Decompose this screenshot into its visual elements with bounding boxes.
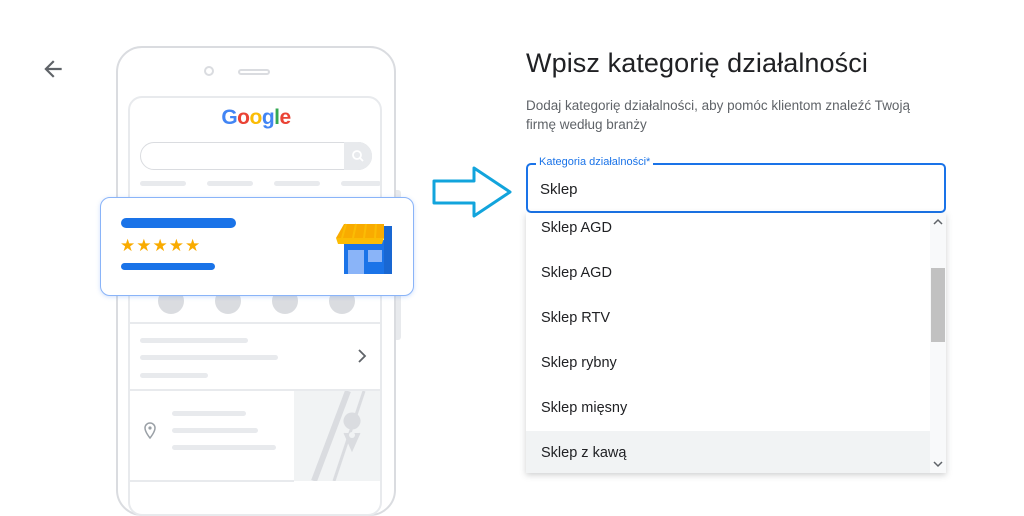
mock-search-bar	[140, 142, 372, 170]
placeholder-line	[172, 445, 276, 450]
page-subtitle: Dodaj kategorię działalności, aby pomóc …	[526, 98, 910, 132]
suggestion-option[interactable]: Sklep AGD	[526, 251, 930, 296]
scroll-down-button[interactable]	[930, 457, 946, 471]
back-arrow-button[interactable]	[40, 56, 66, 82]
mock-search-button	[344, 142, 372, 170]
placeholder-line	[274, 181, 320, 186]
phone-camera	[204, 66, 214, 76]
scrollbar-track[interactable]	[930, 213, 946, 473]
business-detail-bar	[121, 263, 215, 270]
suggestion-option[interactable]: Sklep mięsny	[526, 386, 930, 431]
placeholder-line	[140, 355, 278, 360]
scroll-up-button[interactable]	[930, 215, 946, 229]
chevron-right-icon	[356, 348, 368, 369]
divider	[130, 322, 380, 324]
arrow-left-icon	[44, 60, 62, 78]
placeholder-line	[207, 181, 253, 186]
placeholder-line	[140, 338, 248, 343]
search-icon	[352, 150, 364, 162]
divider	[130, 480, 294, 482]
placeholder-line	[172, 428, 258, 433]
placeholder-line	[140, 181, 186, 186]
suggestion-option[interactable]: Sklep RTV	[526, 296, 930, 341]
placeholder-line	[140, 373, 208, 378]
suggestion-option[interactable]: Sklep AGD	[526, 213, 930, 251]
business-name-bar	[121, 218, 236, 228]
location-pin-icon	[143, 422, 157, 445]
category-suggestions-dropdown: Sklep AGD Sklep AGD Sklep RTV Sklep rybn…	[526, 213, 946, 473]
placeholder-line	[341, 181, 381, 186]
category-input[interactable]	[540, 176, 930, 202]
chevron-up-icon	[933, 218, 943, 225]
chevron-down-icon	[933, 461, 943, 468]
page-title: Wpisz kategorię działalności	[526, 48, 868, 78]
storefront-icon	[334, 220, 394, 276]
mini-map	[294, 389, 380, 483]
suggestion-option-highlighted[interactable]: Sklep z kawą	[526, 431, 930, 473]
arrow-right-outline-icon	[430, 164, 516, 225]
scrollbar-thumb[interactable]	[931, 268, 945, 342]
phone-speaker	[238, 69, 270, 75]
category-field-label: Kategoria działalności*	[536, 155, 654, 169]
google-logo: Google	[221, 106, 291, 129]
rating-stars: ★★★★★	[120, 236, 202, 255]
placeholder-line	[172, 411, 246, 416]
suggestion-option[interactable]: Sklep rybny	[526, 341, 930, 386]
